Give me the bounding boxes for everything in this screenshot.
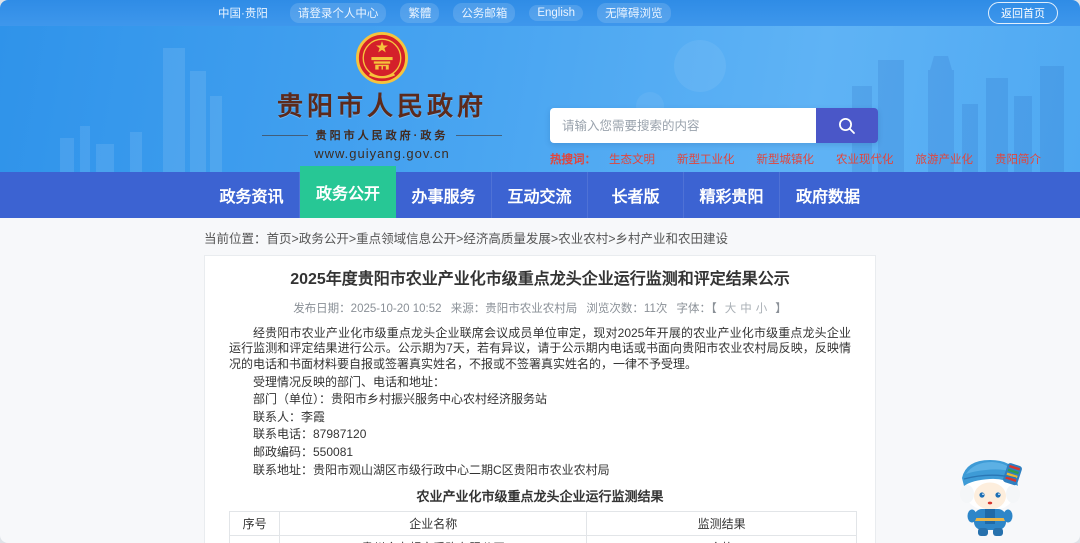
- nav-tab[interactable]: 互动交流: [492, 172, 588, 218]
- hot-search-words: 生态文明 新型工业化 新型城镇化 农业现代化 旅游产业化 贵阳简介: [609, 151, 1041, 167]
- breadcrumb-path[interactable]: 首页>政务公开>重点领域信息公开>经济高质量发展>农业农村>乡村产业和农田建设: [267, 232, 729, 246]
- breadcrumb: 当前位置：首页>政务公开>重点领域信息公开>经济高质量发展>农业农村>乡村产业和…: [204, 228, 1080, 247]
- table-header-row: 序号 企业名称 监测结果: [228, 511, 857, 537]
- site-header: 贵阳市人民政府 贵阳市人民政府·政务 www.guiyang.gov.cn 热搜…: [0, 26, 1080, 172]
- main-nav: 政务资讯 政务公开 办事服务 互动交流 长者版 精彩贵阳 政府数据: [0, 166, 1080, 218]
- article-paragraph: 联系电话：87987120: [253, 427, 367, 442]
- search-area: 热搜词： 生态文明 新型工业化 新型城镇化 农业现代化 旅游产业化 贵阳简介: [550, 108, 1041, 167]
- return-home-button[interactable]: 返回首页: [988, 2, 1058, 24]
- guiyang-mascot[interactable]: [952, 452, 1030, 538]
- publish-date: 发布日期：2025-10-20 10:52: [293, 302, 442, 315]
- nav-tab[interactable]: 办事服务: [396, 172, 492, 218]
- hot-search-word[interactable]: 旅游产业化: [916, 151, 974, 167]
- article-title: 2025年度贵阳市农业产业化市级重点龙头企业运行监测和评定结果公示: [290, 271, 790, 288]
- nav-tab[interactable]: 政务公开: [300, 166, 396, 218]
- national-emblem-icon: [356, 32, 408, 84]
- nav-tab[interactable]: 政府数据: [780, 172, 876, 218]
- hot-search-word[interactable]: 新型工业化: [677, 151, 735, 167]
- table-header-cell: 序号: [228, 511, 281, 537]
- site-title: 贵阳市人民政府: [276, 91, 487, 121]
- table-header-cell: 监测结果: [586, 511, 857, 537]
- article-meta: 发布日期：2025-10-20 10:52 来源：贵阳市农业农村局 浏览次数：1…: [229, 300, 851, 316]
- site-logo[interactable]: 贵阳市人民政府 贵阳市人民政府·政务 www.guiyang.gov.cn: [232, 32, 532, 161]
- hot-search-word[interactable]: 贵阳简介: [995, 151, 1041, 167]
- page: 中国·贵阳请登录个人中心繁體公务邮箱 English 无障碍浏览 返回首页: [0, 0, 1080, 543]
- table-caption: 农业产业化市级重点龙头企业运行监测结果: [416, 489, 664, 505]
- article-paragraph: 经贵阳市农业产业化市级重点龙头企业联席会议成员单位审定，现对2025年开展的农业…: [229, 325, 851, 371]
- nav-tab[interactable]: 政务资讯: [204, 172, 300, 218]
- topbar-link[interactable]: 无障碍浏览: [597, 3, 671, 23]
- topbar-link[interactable]: 请登录个人中心: [289, 3, 387, 23]
- font-size-button[interactable]: 小: [756, 303, 768, 315]
- cell-index: 1: [228, 535, 281, 543]
- font-size-button[interactable]: 大: [725, 303, 737, 315]
- hot-search-word[interactable]: 生态文明: [609, 151, 655, 167]
- search-icon: [839, 117, 855, 134]
- search-input[interactable]: [550, 108, 816, 143]
- topbar-link[interactable]: 中国·贵阳: [210, 3, 276, 23]
- view-count: 浏览次数：11次: [586, 302, 668, 315]
- article-body: 经贵阳市农业产业化市级重点龙头企业联席会议成员单位审定，现对2025年开展的农业…: [229, 326, 851, 478]
- nav-tabs: 政务资讯 政务公开 办事服务 互动交流 长者版 精彩贵阳 政府数据: [204, 166, 876, 218]
- table-body: 1 贵州合力超市采购有限公司 合格 2 贵州友禾种业有限公司 合格 3 贵州松果…: [228, 535, 857, 543]
- hot-search-label: 热搜词：: [550, 154, 596, 166]
- table-header-cell: 企业名称: [279, 511, 588, 537]
- article-card: 2025年度贵阳市农业产业化市级重点龙头企业运行监测和评定结果公示 发布日期：2…: [204, 255, 876, 543]
- font-size-label: 字体：【: [676, 302, 717, 315]
- article-paragraph: 联系地址：贵阳市观山湖区市级行政中心二期C区贵阳市农业农村局: [253, 462, 610, 477]
- hot-search-word[interactable]: 农业现代化: [836, 151, 894, 167]
- topbar-link[interactable]: English: [529, 5, 584, 21]
- font-size-bracket: 】: [775, 302, 787, 315]
- topbar: 中国·贵阳 请登录个人中心 繁體 公务邮箱 English 无障碍浏览 返回首页: [0, 0, 1080, 26]
- breadcrumb-label: 当前位置：: [204, 232, 267, 246]
- article-paragraph: 邮政编码：550081: [253, 444, 354, 459]
- table-row: 1 贵州合力超市采购有限公司 合格: [228, 535, 857, 543]
- article-paragraph: 受理情况反映的部门、电话和地址：: [253, 374, 446, 389]
- hot-search-row: 热搜词： 生态文明 新型工业化 新型城镇化 农业现代化 旅游产业化 贵阳简介: [550, 151, 1041, 167]
- topbar-links: 中国·贵阳 请登录个人中心 繁體 公务邮箱 English 无障碍浏览: [210, 3, 671, 23]
- hot-search-word[interactable]: 新型城镇化: [757, 151, 815, 167]
- article-paragraph: 联系人：李霞: [253, 409, 326, 424]
- nav-tab[interactable]: 长者版: [588, 172, 684, 218]
- article-source: 来源：贵阳市农业农村局: [450, 302, 578, 315]
- cell-monitor-result: 合格: [586, 535, 857, 543]
- topbar-link[interactable]: 公务邮箱: [453, 3, 516, 23]
- font-size-controls: 大中小: [723, 303, 770, 315]
- cell-company-name: 贵州合力超市采购有限公司: [279, 535, 588, 543]
- site-url: www.guiyang.gov.cn: [314, 146, 450, 161]
- topbar-link[interactable]: 繁體: [400, 3, 440, 23]
- search-button[interactable]: [816, 108, 878, 143]
- article-paragraph: 部门（单位）：贵阳市乡村振兴服务中心农村经济服务站: [253, 392, 548, 407]
- site-subtitle: 贵阳市人民政府·政务: [232, 127, 532, 143]
- monitor-result-table: 序号企业名称监测结果 1 贵州合力超市采购有限公司 合格 2 贵州友禾种业有限公…: [228, 511, 857, 543]
- nav-tab[interactable]: 精彩贵阳: [684, 172, 780, 218]
- font-size-button[interactable]: 中: [740, 303, 752, 315]
